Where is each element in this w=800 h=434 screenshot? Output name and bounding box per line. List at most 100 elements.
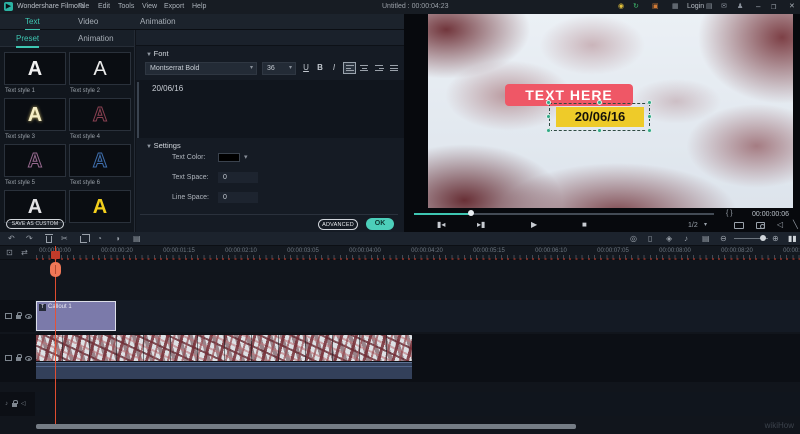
text-style-1-thumb[interactable]: A: [4, 52, 66, 85]
stop-button[interactable]: ■: [582, 220, 587, 230]
lock-icon[interactable]: [16, 357, 21, 361]
account-icon[interactable]: ♟: [737, 3, 743, 11]
settings-section-header[interactable]: ▼ Settings: [146, 141, 181, 150]
font-family-select[interactable]: Montserrat Bold▾: [145, 62, 257, 75]
crop-icon[interactable]: [80, 236, 87, 243]
text-space-input[interactable]: 0: [218, 172, 258, 183]
save-as-custom-button[interactable]: SAVE AS CUSTOM: [6, 219, 64, 229]
play-button[interactable]: ▶: [531, 220, 537, 230]
lock-icon[interactable]: [16, 315, 21, 319]
selection-handle[interactable]: [546, 100, 551, 105]
film-icon[interactable]: ▤: [702, 234, 710, 244]
overlay-date-text[interactable]: 20/06/16: [556, 107, 644, 127]
login-button[interactable]: Login: [687, 3, 704, 11]
editor-scrollbar[interactable]: [137, 82, 139, 138]
video-clip[interactable]: [36, 335, 412, 380]
next-frame-button[interactable]: ▸▮: [477, 220, 485, 230]
speed-icon[interactable]: ◔: [97, 234, 102, 244]
font-size-select[interactable]: 36▾: [262, 62, 296, 75]
display-icon[interactable]: [734, 222, 744, 229]
manage-tracks-icon[interactable]: ⊡: [6, 248, 13, 258]
mute-icon[interactable]: ◁: [777, 220, 783, 230]
undo-icon[interactable]: ↶: [8, 234, 15, 244]
save-icon[interactable]: ▤: [706, 3, 713, 11]
text-content-input[interactable]: 20/06/16: [136, 80, 404, 138]
selection-handle[interactable]: [546, 128, 551, 133]
promo-icon[interactable]: ◉: [618, 3, 624, 11]
italic-button[interactable]: I: [328, 62, 340, 74]
quality-select[interactable]: 1/2: [688, 222, 698, 229]
underline-button[interactable]: U: [300, 62, 312, 74]
render-icon[interactable]: ▤: [133, 234, 141, 244]
swap-icon[interactable]: ⇄: [21, 248, 28, 258]
phone-icon[interactable]: ▯: [648, 234, 652, 244]
fit-timeline-icon[interactable]: ▮▮: [788, 234, 797, 244]
tab-animation[interactable]: Animation: [140, 17, 176, 29]
font-section-header[interactable]: ▼ Font: [146, 49, 169, 58]
selection-handle[interactable]: [647, 114, 652, 119]
previous-frame-button[interactable]: ▮◂: [437, 220, 445, 230]
speaker-icon[interactable]: ◁: [21, 401, 26, 407]
tab-preset[interactable]: Preset: [16, 34, 39, 48]
selection-handle[interactable]: [647, 128, 652, 133]
zoom-out-icon[interactable]: ⊖: [720, 234, 727, 244]
menu-file[interactable]: File: [78, 3, 89, 11]
timeline-ruler[interactable]: ⊡ ⇄ 00:00:00:0000:00:00:2000:00:01:1500:…: [0, 246, 800, 260]
record-icon[interactable]: ◎: [630, 234, 637, 244]
cart-icon[interactable]: ▣: [652, 3, 659, 11]
gift-icon[interactable]: ▦: [672, 3, 679, 11]
detach-icon[interactable]: ╲: [793, 220, 798, 230]
align-justify-button[interactable]: [388, 62, 401, 74]
minimize-button[interactable]: –: [756, 3, 760, 11]
chevron-down-icon[interactable]: ▾: [244, 153, 248, 161]
ringtone-icon[interactable]: ♪: [684, 234, 688, 244]
menu-edit[interactable]: Edit: [98, 3, 110, 11]
text-style-8-thumb[interactable]: A: [69, 190, 131, 223]
playhead-ruler-marker[interactable]: [51, 251, 60, 259]
line-space-input[interactable]: 0: [218, 192, 258, 203]
align-left-button[interactable]: [343, 62, 356, 74]
visibility-icon[interactable]: [25, 314, 32, 319]
mark-in-out-icon[interactable]: { }: [726, 210, 733, 217]
redo-icon[interactable]: ↷: [26, 234, 33, 244]
playhead-handle[interactable]: [50, 262, 61, 277]
video-canvas[interactable]: TEXT HERE 20/06/16: [428, 14, 793, 208]
menu-view[interactable]: View: [142, 3, 157, 11]
seek-handle[interactable]: [468, 210, 474, 216]
chevron-down-icon[interactable]: ▾: [704, 220, 707, 230]
menu-help[interactable]: Help: [192, 3, 206, 11]
tab-style-animation[interactable]: Animation: [78, 34, 114, 46]
selection-handle[interactable]: [597, 128, 602, 133]
mixer-icon[interactable]: ◈: [666, 234, 672, 244]
bold-button[interactable]: B: [314, 62, 326, 74]
close-button[interactable]: ✕: [789, 3, 795, 11]
text-style-3-thumb[interactable]: A: [4, 98, 66, 131]
delete-icon[interactable]: [46, 236, 52, 243]
selection-handle[interactable]: [546, 114, 551, 119]
mail-icon[interactable]: ✉: [721, 3, 727, 11]
visibility-icon[interactable]: [25, 356, 32, 361]
text-style-4-thumb[interactable]: A: [69, 98, 131, 131]
text-style-2-thumb[interactable]: A: [69, 52, 131, 85]
timeline-scrollbar[interactable]: [36, 424, 576, 429]
timeline-zoom-handle[interactable]: [760, 235, 766, 241]
align-center-button[interactable]: [358, 62, 371, 74]
text-style-6-thumb[interactable]: A: [69, 144, 131, 177]
menu-export[interactable]: Export: [164, 3, 184, 11]
text-clip[interactable]: T Callout 1: [36, 301, 116, 331]
advanced-button[interactable]: ADVANCED: [318, 219, 358, 230]
text-style-5-thumb[interactable]: A: [4, 144, 66, 177]
restore-button[interactable]: ❐: [771, 4, 776, 12]
menu-tools[interactable]: Tools: [118, 3, 134, 11]
zoom-in-icon[interactable]: ⊕: [772, 234, 779, 244]
tab-text[interactable]: Text: [25, 17, 40, 31]
tab-video[interactable]: Video: [78, 17, 98, 29]
text-color-swatch[interactable]: [218, 153, 240, 162]
update-icon[interactable]: ↻: [633, 3, 639, 11]
lock-icon[interactable]: [12, 403, 17, 407]
split-icon[interactable]: ✂: [61, 234, 68, 244]
snapshot-icon[interactable]: [756, 222, 765, 229]
color-icon[interactable]: ◑: [115, 234, 120, 244]
selection-handle[interactable]: [597, 100, 602, 105]
align-right-button[interactable]: [373, 62, 386, 74]
